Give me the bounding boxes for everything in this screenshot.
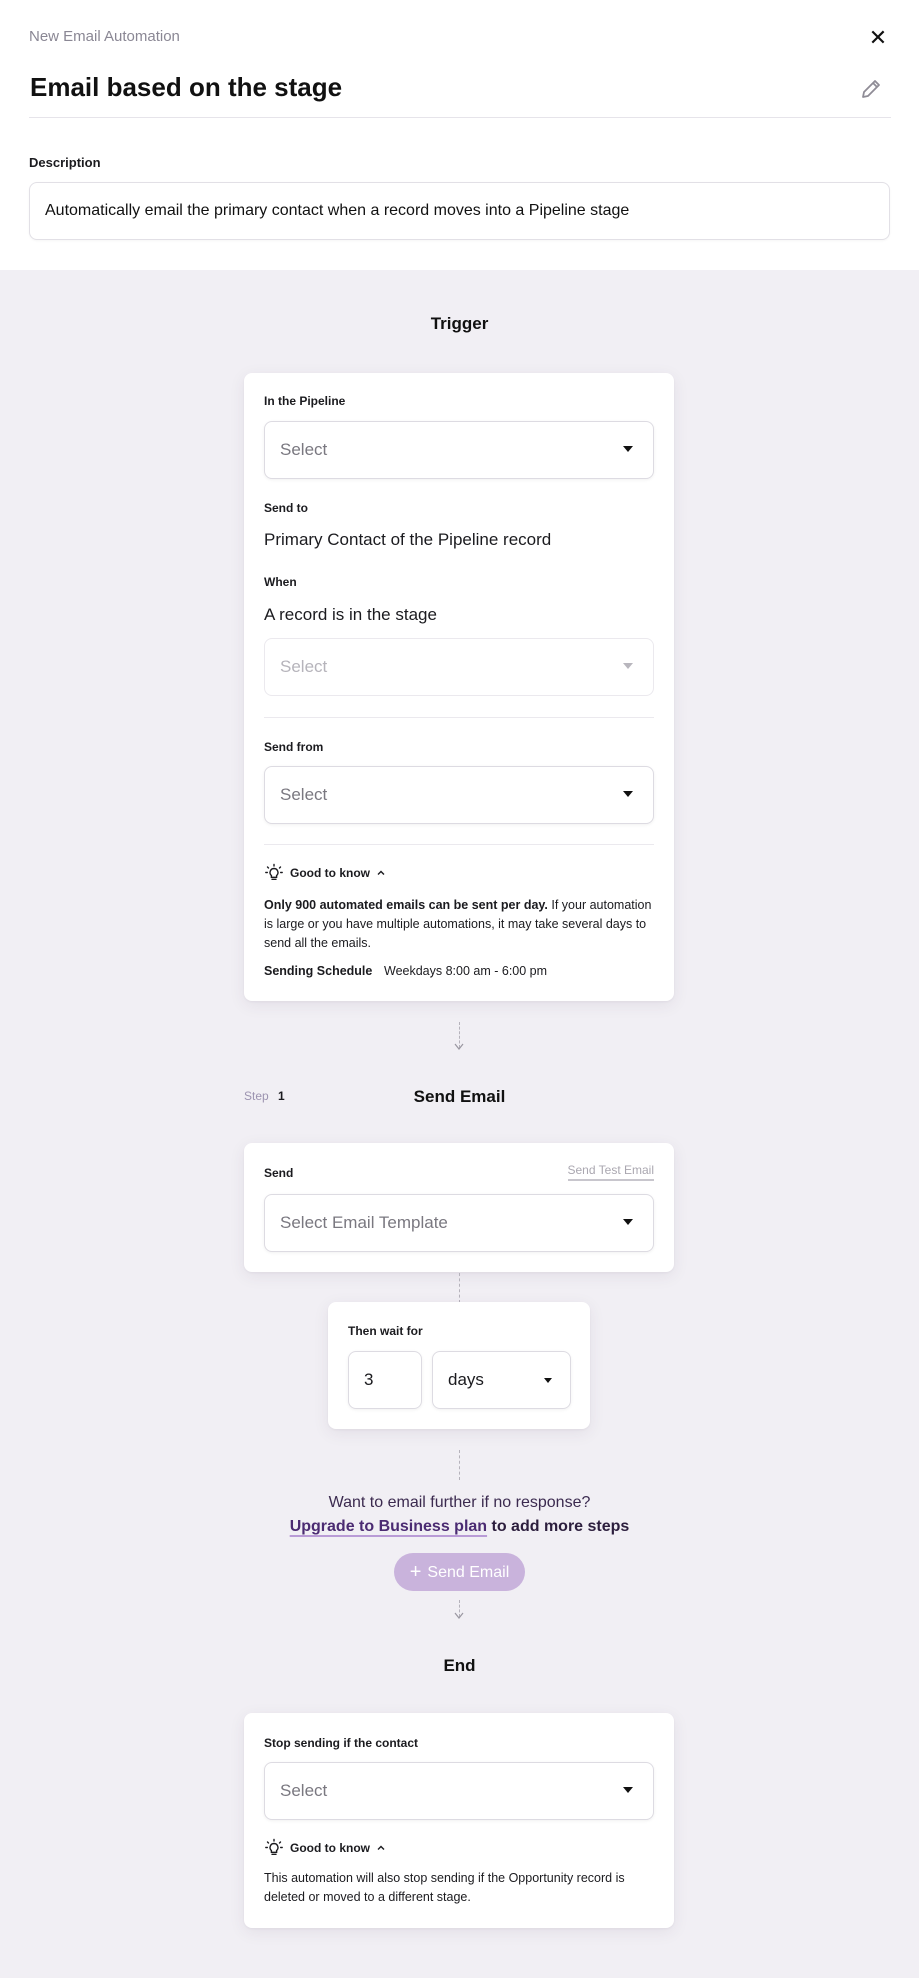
- wait-card: Then wait for 3 days: [328, 1302, 590, 1429]
- chevron-up-icon: [377, 870, 385, 875]
- automation-kicker: New Email Automation: [29, 28, 180, 45]
- when-value: A record is in the stage: [264, 605, 437, 624]
- sending-schedule-label: Sending Schedule: [264, 964, 373, 978]
- send-from-label: Send from: [264, 740, 324, 754]
- automation-title: Email based on the stage: [30, 72, 343, 102]
- wait-label: Then wait for: [348, 1324, 423, 1338]
- end-card: Stop sending if the contact Select Good …: [244, 1713, 674, 1928]
- stop-condition-select-value: Select: [280, 1781, 328, 1800]
- caret-down-icon: [623, 791, 633, 797]
- send-email-card: Send Send Test Email Select Email Templa…: [244, 1143, 674, 1272]
- upgrade-line-rest: to add more steps: [487, 1518, 630, 1535]
- upgrade-plan-link[interactable]: Upgrade to Business plan: [290, 1518, 487, 1535]
- description-field[interactable]: Automatically email the primary contact …: [29, 182, 890, 240]
- send-email-heading: Send Email: [413, 1087, 506, 1106]
- lightbulb-icon: [265, 1838, 283, 1855]
- stop-sending-label: Stop sending if the contact: [264, 1736, 419, 1750]
- when-label: When: [264, 575, 297, 589]
- divider: [264, 717, 654, 718]
- good-to-know-toggle[interactable]: Good to know: [264, 863, 386, 883]
- connector-line: [459, 1450, 460, 1480]
- send-to-value: Primary Contact of the Pipeline record: [264, 530, 552, 549]
- pipeline-select[interactable]: Select: [264, 421, 654, 479]
- header-divider: [29, 117, 891, 118]
- pencil-icon[interactable]: [858, 76, 884, 102]
- email-limit-note: Only 900 automated emails can be sent pe…: [264, 896, 659, 953]
- upgrade-question: Want to email further if no response?: [328, 1494, 591, 1511]
- send-from-select[interactable]: Select: [264, 766, 654, 824]
- caret-down-icon: [623, 663, 633, 669]
- caret-down-icon: [623, 446, 633, 452]
- pipeline-select-value: Select: [280, 440, 328, 459]
- send-to-label: Send to: [264, 501, 308, 515]
- close-icon[interactable]: ✕: [865, 25, 891, 51]
- stop-condition-select[interactable]: Select: [264, 1762, 654, 1820]
- trigger-heading: Trigger: [430, 314, 489, 333]
- add-send-email-button[interactable]: + Send Email: [394, 1553, 525, 1591]
- wait-unit-select[interactable]: days: [432, 1351, 571, 1409]
- sending-schedule-value: Weekdays 8:00 am - 6:00 pm: [384, 964, 548, 978]
- arrow-down-icon: [454, 1043, 464, 1050]
- divider: [264, 844, 654, 845]
- email-template-select[interactable]: Select Email Template: [264, 1194, 654, 1252]
- upgrade-line: Upgrade to Business plan to add more ste…: [0, 1518, 919, 1536]
- lightbulb-icon: [265, 863, 283, 880]
- end-heading: End: [443, 1656, 476, 1675]
- caret-down-icon: [623, 1787, 633, 1793]
- send-label: Send: [264, 1166, 294, 1180]
- wait-unit-value: days: [448, 1370, 484, 1389]
- email-template-select-value: Select Email Template: [280, 1213, 448, 1232]
- add-send-email-label: Send Email: [427, 1564, 510, 1581]
- description-label: Description: [29, 155, 101, 170]
- good-to-know-toggle[interactable]: Good to know: [264, 1838, 386, 1858]
- send-from-select-value: Select: [280, 785, 328, 804]
- send-test-email-link[interactable]: Send Test Email: [567, 1163, 654, 1181]
- caret-down-icon: [544, 1378, 552, 1383]
- connector-line: [459, 1273, 460, 1303]
- pipeline-label: In the Pipeline: [264, 394, 346, 408]
- arrow-down-icon: [454, 1612, 464, 1619]
- wait-amount-input[interactable]: 3: [348, 1351, 422, 1409]
- good-to-know-label: Good to know: [290, 866, 370, 880]
- caret-down-icon: [623, 1219, 633, 1225]
- stage-select[interactable]: Select: [264, 638, 654, 696]
- stage-select-value: Select: [280, 657, 328, 676]
- header-panel: New Email Automation ✕ Email based on th…: [0, 0, 919, 270]
- stop-note: This automation will also stop sending i…: [264, 1871, 625, 1904]
- good-to-know-label: Good to know: [290, 1841, 370, 1855]
- plus-icon: +: [409, 1561, 422, 1583]
- trigger-card: In the Pipeline Select Send to Primary C…: [244, 373, 674, 1001]
- email-limit-note-bold: Only 900 automated emails can be sent pe…: [264, 898, 548, 912]
- chevron-up-icon: [377, 1845, 385, 1850]
